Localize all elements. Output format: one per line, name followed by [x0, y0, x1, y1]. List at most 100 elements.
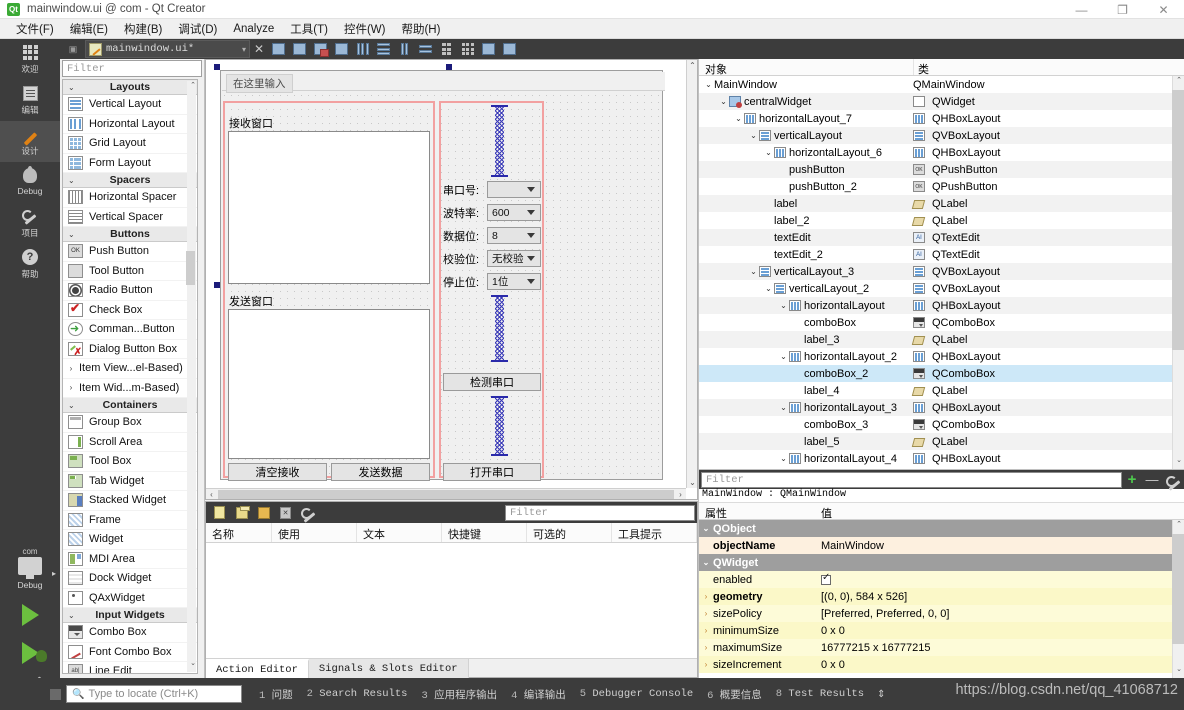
object-tree-row[interactable]: textEdit_2 AI QTextEdit: [699, 246, 1172, 263]
label-send-window[interactable]: 发送窗口: [229, 293, 273, 309]
widget-item-group-box[interactable]: Group Box: [63, 413, 197, 433]
widget-item-font-combo-box[interactable]: Font Combo Box: [63, 643, 197, 662]
object-tree-row[interactable]: textEdit AI QTextEdit: [699, 229, 1172, 246]
chevron-down-icon[interactable]: ⌄: [699, 524, 713, 533]
mode-debug[interactable]: Debug: [0, 162, 60, 203]
mode-help[interactable]: ? 帮助: [0, 244, 60, 285]
object-tree-row[interactable]: ⌄ horizontalLayout_2 QHBoxLayout: [699, 348, 1172, 365]
chevron-down-icon[interactable]: ⌄: [718, 97, 729, 106]
object-tree-row[interactable]: pushButton_2 OK QPushButton: [699, 178, 1172, 195]
chevron-up-icon[interactable]: ⌃: [1173, 76, 1184, 89]
widget-item-tool-button[interactable]: Tool Button: [63, 262, 197, 281]
widget-item-scroll-area[interactable]: Scroll Area: [63, 433, 197, 452]
widget-item-grid-layout[interactable]: Grid Layout: [63, 134, 197, 154]
close-document-button[interactable]: ✕: [250, 42, 268, 56]
tab-action-editor[interactable]: Action Editor: [206, 659, 309, 678]
object-tree-row[interactable]: ⌄ verticalLayout QVBoxLayout: [699, 127, 1172, 144]
open-file-dropdown[interactable]: mainwindow.ui* ▾: [85, 40, 250, 58]
chevron-down-icon[interactable]: ⌄: [187, 659, 197, 672]
layout-splitter-h-icon[interactable]: [395, 41, 414, 58]
edit-tab-order-icon[interactable]: [332, 41, 351, 58]
object-tree-row[interactable]: comboBox QComboBox: [699, 314, 1172, 331]
vertical-spacer-bottom[interactable]: [491, 396, 508, 456]
menu-tools[interactable]: 工具(T): [282, 19, 336, 39]
property-group-row[interactable]: ⌄ QWidget: [699, 554, 1172, 571]
menu-type-here[interactable]: 在这里输入: [226, 74, 293, 93]
widget-item-dialog-button-box[interactable]: Dialog Button Box: [63, 340, 197, 359]
object-tree-row[interactable]: ⌄ horizontalLayout_7 QHBoxLayout: [699, 110, 1172, 127]
mode-edit[interactable]: 编辑: [0, 80, 60, 121]
output-pane-button[interactable]: 4 编译输出: [504, 687, 573, 702]
menu-edit[interactable]: 编辑(E): [62, 19, 116, 39]
property-row[interactable]: › maximumSize 16777215 x 16777215: [699, 639, 1172, 656]
widget-item-mdi-area[interactable]: MDI Area: [63, 550, 197, 569]
menu-bar-placeholder[interactable]: 在这里输入: [222, 72, 665, 93]
menu-help[interactable]: 帮助(H): [393, 19, 448, 39]
chevron-right-icon[interactable]: ›: [699, 626, 713, 635]
action-filter-input[interactable]: Filter: [505, 504, 695, 521]
widget-group-item-views[interactable]: › Item View...el-Based): [63, 359, 197, 379]
layout-vertically-icon[interactable]: [374, 41, 393, 58]
widget-group-item-widgets[interactable]: › Item Wid...m-Based): [63, 379, 197, 398]
new-action-icon[interactable]: [210, 504, 229, 521]
vertical-spacer-top[interactable]: [491, 105, 508, 177]
button-detect-port[interactable]: 检测串口: [443, 373, 541, 391]
widget-item-vertical-spacer[interactable]: Vertical Spacer: [63, 208, 197, 227]
property-filter-input[interactable]: Filter: [701, 471, 1122, 488]
widget-item-frame[interactable]: Frame: [63, 511, 197, 530]
object-tree-row[interactable]: ⌄ horizontalLayout_4 QHBoxLayout: [699, 450, 1172, 467]
object-tree-row[interactable]: comboBox_2 QComboBox: [699, 365, 1172, 382]
chevron-down-icon[interactable]: ⌄: [778, 454, 789, 463]
button-send-data[interactable]: 发送数据: [331, 463, 430, 481]
chevron-right-icon[interactable]: ›: [699, 609, 713, 618]
layout-grid-icon[interactable]: [458, 41, 477, 58]
object-inspector-scrollbar[interactable]: ⌃ ⌄: [1172, 76, 1184, 469]
designer-vscrollbar[interactable]: ⌃ ⌄: [686, 60, 697, 488]
widget-item-dock-widget[interactable]: Dock Widget: [63, 569, 197, 589]
chevron-down-icon[interactable]: ⌄: [733, 114, 744, 123]
chevron-down-icon[interactable]: ⌄: [748, 131, 759, 140]
label-receive-window[interactable]: 接收窗口: [229, 115, 273, 131]
menu-widgets[interactable]: 控件(W): [336, 19, 394, 39]
output-pane-toggle-icon[interactable]: ⇕: [871, 689, 891, 700]
property-row[interactable]: objectName MainWindow: [699, 537, 1172, 554]
row-stop-bits[interactable]: 停止位: 1位: [443, 273, 541, 290]
widget-item-check-box[interactable]: Check Box: [63, 301, 197, 320]
lock-icon[interactable]: ▣: [64, 41, 82, 57]
chevron-up-icon[interactable]: ⌃: [1173, 520, 1184, 533]
widget-item-tab-widget[interactable]: Tab Widget: [63, 472, 197, 491]
widget-item-widget[interactable]: Widget: [63, 530, 197, 550]
object-tree-row[interactable]: ⌄ MainWindow QMainWindow: [699, 76, 1172, 93]
edit-signals-slots-icon[interactable]: [290, 41, 309, 58]
chevron-up-icon[interactable]: ⌃: [687, 61, 697, 70]
chevron-down-icon[interactable]: ⌄: [778, 301, 789, 310]
object-tree-row[interactable]: label_4 QLabel: [699, 382, 1172, 399]
layout-horizontally-icon[interactable]: [353, 41, 372, 58]
output-pane-button[interactable]: 2 Search Results: [300, 688, 415, 700]
text-edit-send[interactable]: [228, 309, 430, 459]
chevron-right-icon[interactable]: ›: [675, 490, 686, 499]
add-property-button[interactable]: +: [1122, 471, 1142, 488]
object-tree-row[interactable]: label_5 QLabel: [699, 433, 1172, 450]
form-designer-canvas[interactable]: 在这里输入 接收窗口 发送窗口 清空接收 发送数据 串口号: 波特率: 600 …: [205, 59, 698, 500]
mode-welcome[interactable]: 欢迎: [0, 39, 60, 80]
button-clear-receive[interactable]: 清空接收: [228, 463, 327, 481]
chevron-down-icon[interactable]: ⌄: [699, 558, 713, 567]
main-window-form[interactable]: 在这里输入 接收窗口 发送窗口 清空接收 发送数据 串口号: 波特率: 600 …: [220, 70, 665, 481]
delete-action-icon[interactable]: ✕: [276, 504, 295, 521]
object-tree-row[interactable]: comboBox_3 QComboBox: [699, 416, 1172, 433]
break-layout-icon[interactable]: [479, 41, 498, 58]
chevron-down-icon[interactable]: ⌄: [763, 148, 774, 157]
menu-build[interactable]: 构建(B): [116, 19, 170, 39]
chevron-down-icon[interactable]: ▾: [242, 45, 246, 54]
run-button[interactable]: [22, 604, 39, 626]
property-row[interactable]: › sizeIncrement 0 x 0: [699, 656, 1172, 673]
property-row[interactable]: › geometry [(0, 0), 584 x 526]: [699, 588, 1172, 605]
close-button[interactable]: ✕: [1143, 0, 1184, 19]
menu-analyze[interactable]: Analyze: [225, 21, 282, 37]
widget-item-form-layout[interactable]: Form Layout: [63, 154, 197, 173]
chevron-left-icon[interactable]: ‹: [206, 490, 217, 499]
combo-serial-port[interactable]: [487, 181, 541, 198]
scrollbar-thumb[interactable]: [1172, 90, 1184, 350]
widget-item-vertical-layout[interactable]: Vertical Layout: [63, 95, 197, 115]
